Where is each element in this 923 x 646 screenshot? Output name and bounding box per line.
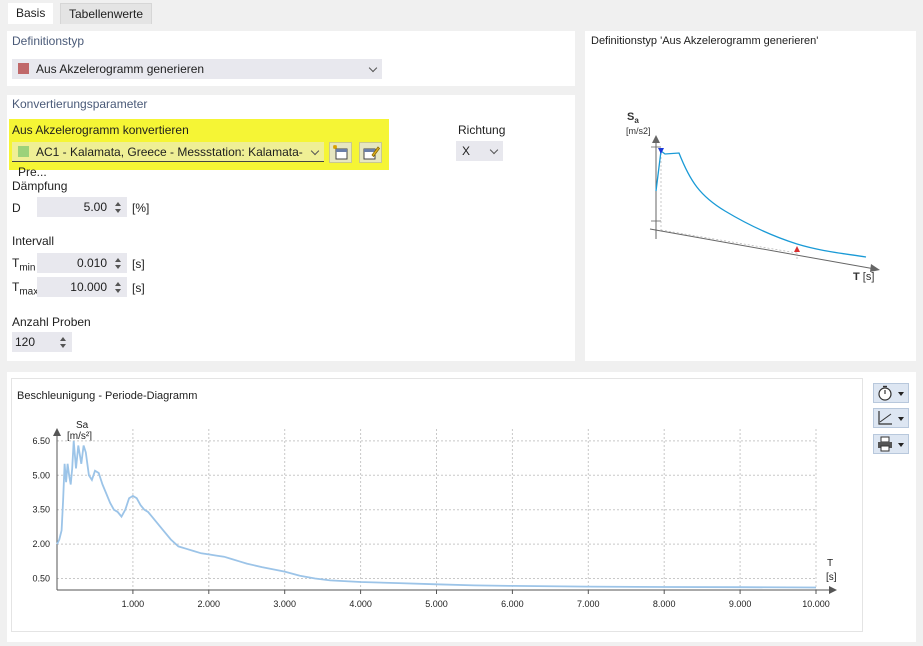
damping-value: 5.00 (83, 200, 107, 214)
damping-title: Dämpfung (12, 179, 68, 193)
conversion-panel: Konvertierungsparameter Aus Akzelerogram… (7, 95, 575, 361)
accelerogram-select[interactable]: AC1 - Kalamata, Greece - Messstation: Ka… (12, 142, 324, 179)
damping-input[interactable]: 5.00 (37, 197, 127, 217)
spin-down-icon[interactable] (115, 265, 121, 269)
edit-accelerogram-button[interactable] (359, 142, 382, 163)
dropdown-arrow-icon (898, 392, 904, 396)
preview-y-unit: [m/s2] (626, 126, 651, 136)
y-tick-label: 0.50 (32, 574, 50, 584)
definition-type-select[interactable]: Aus Akzelerogramm generieren (12, 59, 382, 79)
y-tick-label: 5.00 (32, 470, 50, 480)
print-button[interactable] (873, 434, 909, 454)
spin-up-icon[interactable] (60, 337, 66, 341)
y-tick-label: 3.50 (32, 505, 50, 515)
tmax-value: 10.000 (70, 280, 107, 294)
accelerogram-highlight: Aus Akzelerogramm konvertieren AC1 - Kal… (9, 119, 389, 179)
x-ticks: 1.000 2.000 3.000 4.000 5.000 6.000 7.000 8.000… (122, 590, 830, 609)
timer-button[interactable] (873, 383, 909, 403)
preview-curve (655, 149, 867, 258)
printer-icon (878, 436, 892, 452)
x-tick-label: 8.000 (653, 599, 676, 609)
tmin-unit: [s] (132, 257, 145, 271)
accelerogram-value: AC1 - Kalamata, Greece - Messstation: Ka… (18, 145, 303, 179)
new-item-icon (333, 145, 348, 160)
x-tick-label: 9.000 (729, 599, 752, 609)
preview-x-label: T [s] (853, 271, 875, 283)
samples-input[interactable]: 120 (12, 332, 72, 352)
interval-title: Intervall (12, 234, 55, 248)
spin-up-icon[interactable] (115, 258, 121, 262)
y-ticks: 0.50 2.00 3.50 5.00 6.50 (32, 436, 50, 584)
spin-up-icon[interactable] (115, 202, 121, 206)
chevron-down-icon (310, 146, 320, 156)
stopwatch-icon (878, 385, 892, 401)
accelerogram-label: Aus Akzelerogramm konvertieren (12, 123, 189, 137)
conversion-title: Konvertierungsparameter (12, 97, 148, 111)
preview-panel: Definitionstyp 'Aus Akzelerogramm generi… (585, 31, 916, 361)
accelerogram-color-swatch (18, 146, 29, 157)
direction-select[interactable]: X (456, 141, 503, 161)
y-tick-label: 2.00 (32, 539, 50, 549)
x-tick-label: 1.000 (122, 599, 145, 609)
axis-button[interactable] (873, 408, 909, 428)
x-tick-label: 6.000 (501, 599, 524, 609)
definition-color-swatch (18, 63, 29, 74)
damping-symbol: D (12, 201, 21, 215)
dropdown-arrow-icon (898, 417, 904, 421)
x-tick-label: 3.000 (273, 599, 296, 609)
chart-axis-icon (878, 411, 892, 425)
x-tick-label: 4.000 (349, 599, 372, 609)
y-tick-label: 6.50 (32, 436, 50, 446)
tab-basis[interactable]: Basis (8, 3, 54, 24)
tmin-symbol: Tmin (12, 256, 36, 274)
spin-down-icon[interactable] (115, 289, 121, 293)
spin-down-icon[interactable] (60, 344, 66, 348)
direction-label: Richtung (458, 123, 506, 137)
samples-title: Anzahl Proben (12, 315, 91, 329)
tmin-value: 0.010 (76, 256, 107, 270)
chevron-down-icon (368, 63, 378, 73)
preview-graphic (649, 135, 880, 272)
x-tick-label: 10.000 (802, 599, 830, 609)
preview-y-symbol: Sa (627, 111, 639, 126)
tmax-unit: [s] (132, 281, 145, 295)
x-tick-label: 5.000 (425, 599, 448, 609)
tmax-symbol: Tmax (12, 280, 39, 298)
tmax-input[interactable]: 10.000 (37, 277, 127, 297)
dropdown-arrow-icon (898, 443, 904, 447)
tab-bar: Basis Tabellenwerte (0, 0, 923, 24)
spin-up-icon[interactable] (115, 282, 121, 286)
definition-panel: Definitionstyp Aus Akzelerogramm generie… (7, 31, 575, 86)
chart-grid (57, 429, 817, 590)
definition-type-value: Aus Akzelerogramm generieren (36, 62, 205, 76)
direction-value: X (462, 144, 471, 158)
x-tick-label: 2.000 (198, 599, 221, 609)
diagram-panel: Beschleunigung - Periode-Diagramm Sa [m/… (7, 372, 916, 642)
tmin-input[interactable]: 0.010 (37, 253, 127, 273)
definition-title: Definitionstyp (12, 34, 85, 48)
new-accelerogram-button[interactable] (329, 142, 352, 163)
samples-value: 120 (15, 335, 36, 349)
edit-item-icon (363, 146, 381, 160)
x-tick-label: 7.000 (577, 599, 600, 609)
diagram-chart: 0.50 2.00 3.50 5.00 6.50 1.000 2.000 3.000 4.00… (32, 428, 837, 609)
damping-unit: [%] (132, 201, 150, 215)
chevron-down-icon (489, 145, 499, 155)
spin-down-icon[interactable] (115, 209, 121, 213)
tab-tabellenwerte[interactable]: Tabellenwerte (60, 3, 153, 24)
